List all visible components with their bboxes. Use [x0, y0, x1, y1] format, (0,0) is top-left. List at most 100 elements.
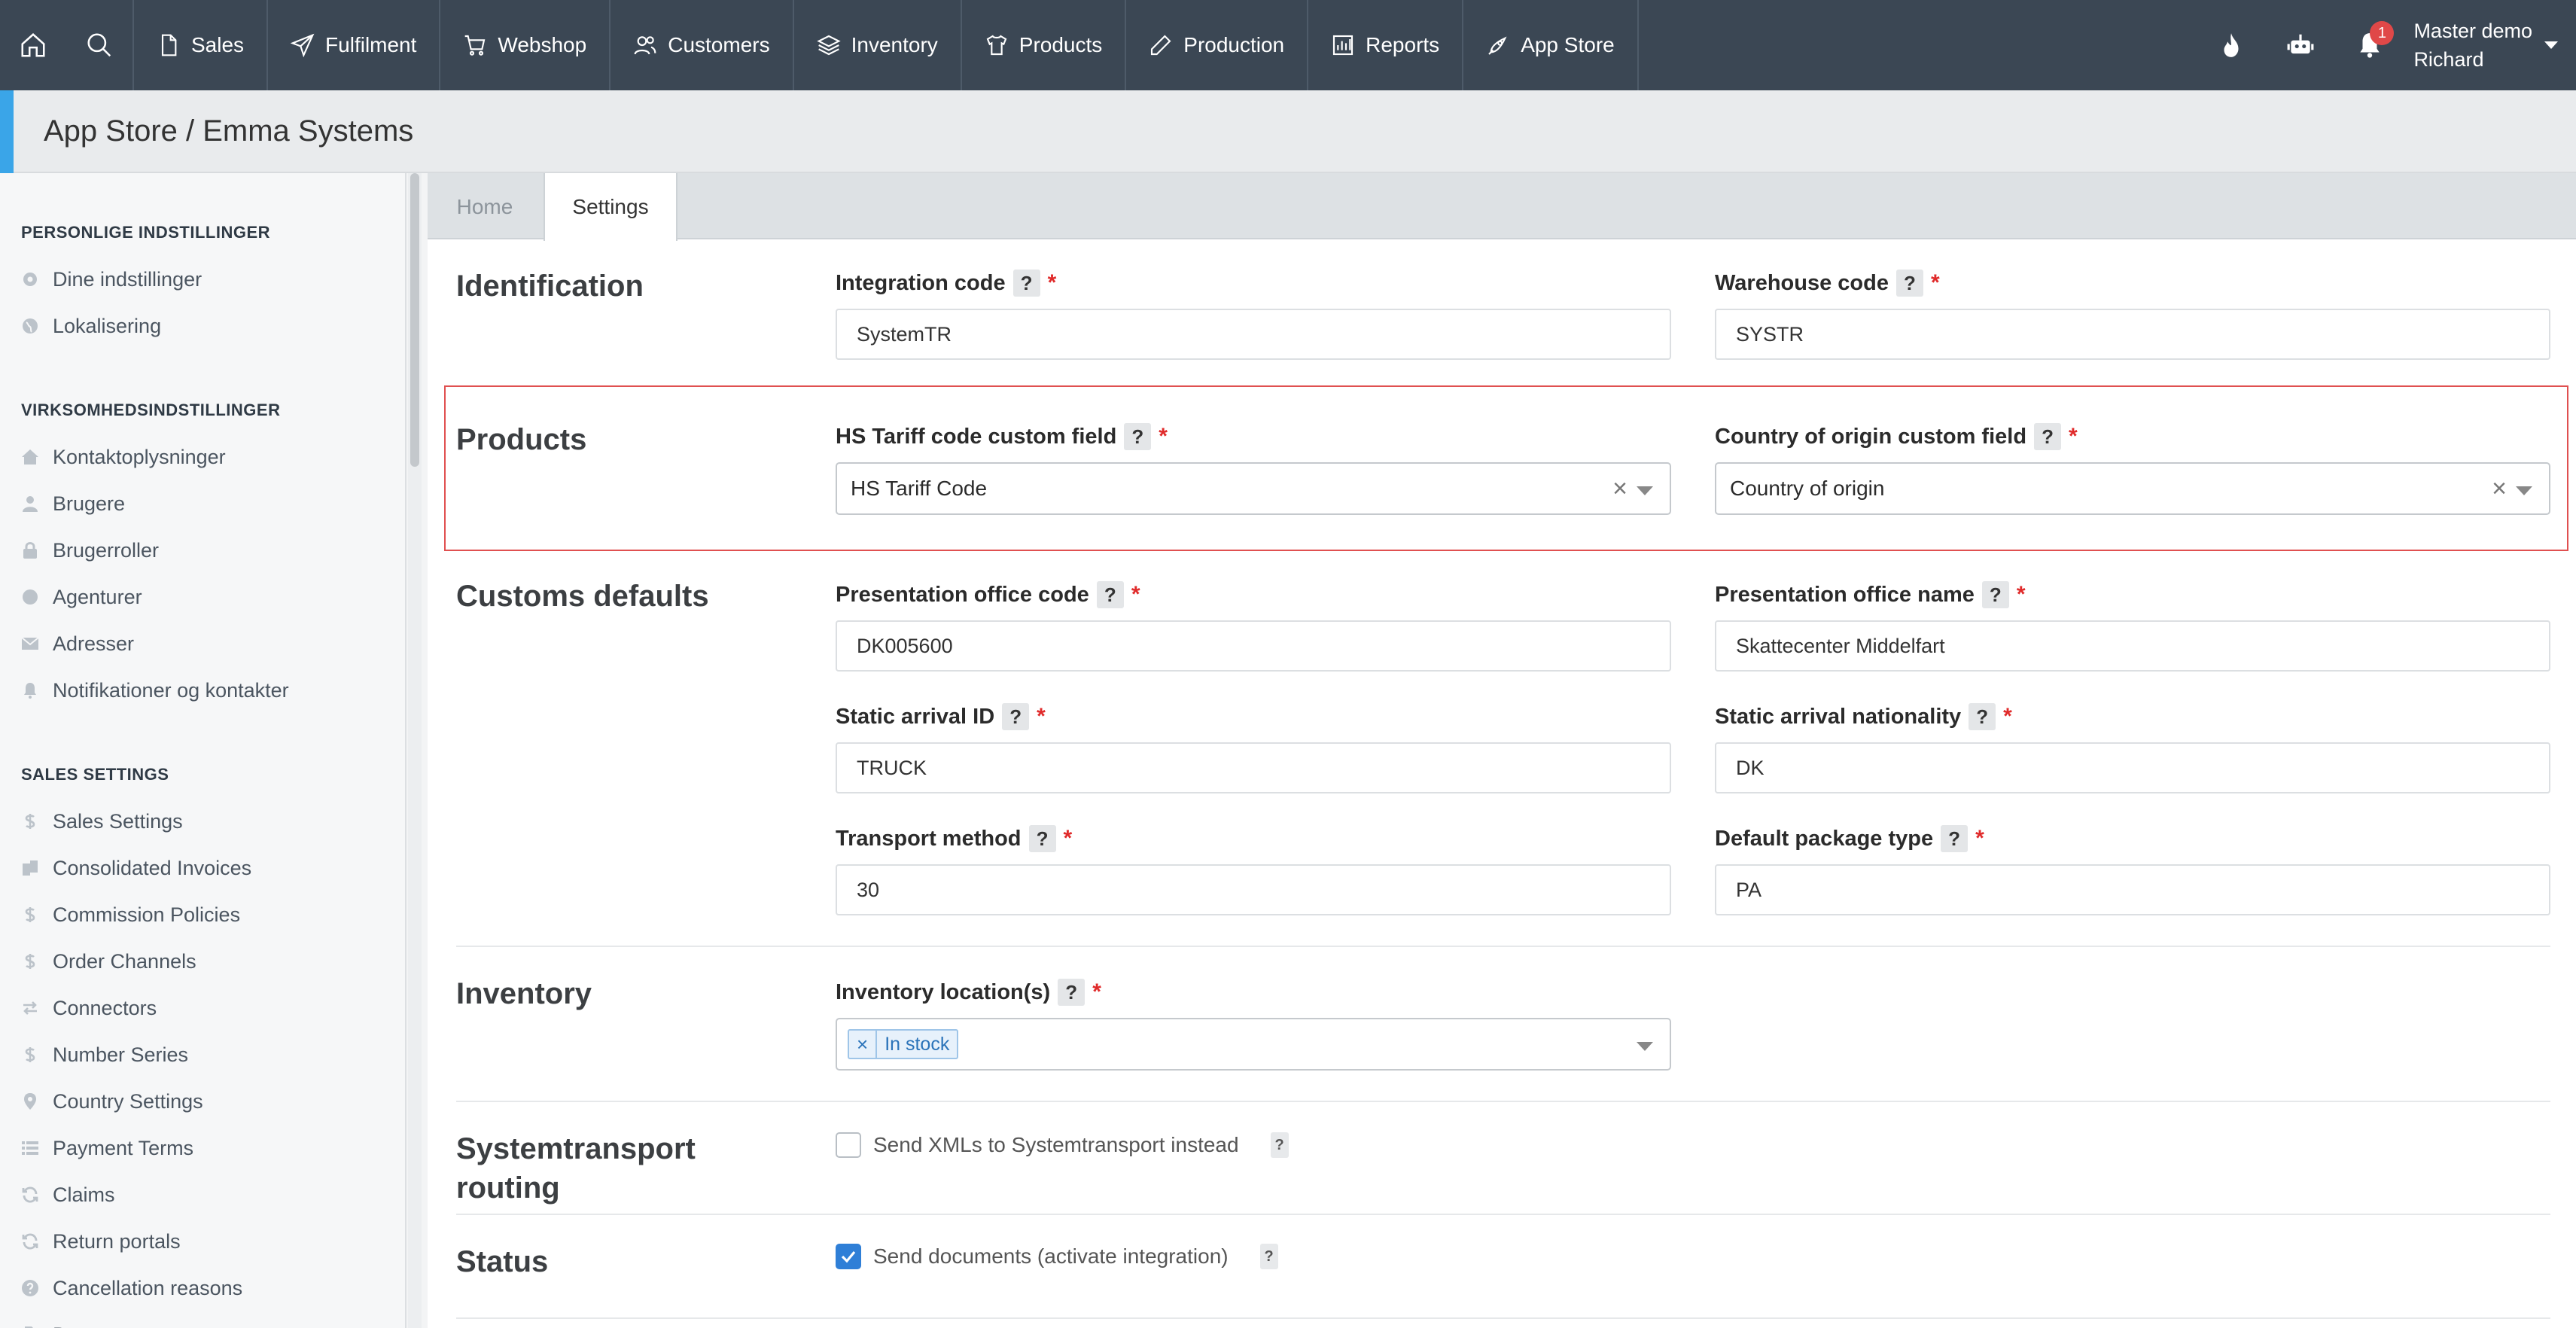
tab-settings[interactable]: Settings — [544, 173, 677, 241]
sidebar-item[interactable]: Payment Terms — [21, 1125, 384, 1171]
nav-webshop[interactable]: Webshop — [439, 0, 609, 90]
country-origin-select[interactable]: Country of origin × — [1715, 462, 2550, 515]
warehouse-code-input[interactable]: SYSTR — [1715, 309, 2550, 360]
help-icon[interactable]: ? — [1028, 825, 1056, 852]
shirt-icon — [986, 35, 1007, 56]
hs-tariff-select[interactable]: HS Tariff Code × — [836, 462, 1671, 515]
help-icon[interactable]: ? — [1981, 581, 2009, 608]
home-button[interactable] — [0, 0, 66, 90]
help-icon[interactable]: ? — [1895, 270, 1923, 297]
sidebar-item[interactable]: Notifikationer og kontakter — [21, 667, 384, 714]
send-xml-option[interactable]: Send XMLs to Systemtransport instead ? — [836, 1132, 1289, 1158]
sidebar-item[interactable]: Country Settings — [21, 1078, 384, 1125]
presentation-office-code-label: Presentation office code ? * — [836, 581, 1140, 608]
sidebar-section-title: SALES SETTINGS — [21, 765, 169, 784]
send-documents-label: Send documents (activate integration) — [873, 1244, 1229, 1268]
sidebar-item[interactable]: Order Channels — [21, 938, 384, 985]
help-icon[interactable]: ? — [1270, 1132, 1289, 1158]
hs-tariff-label-text: HS Tariff code custom field — [836, 424, 1117, 449]
robot-button[interactable] — [2266, 0, 2335, 90]
integration-code-input[interactable]: SystemTR — [836, 309, 1671, 360]
presentation-office-name-input[interactable]: Skattecenter Middelfart — [1715, 620, 2550, 672]
send-xml-label: Send XMLs to Systemtransport instead — [873, 1133, 1239, 1156]
warehouse-code-label-text: Warehouse code — [1715, 270, 1889, 295]
chevron-down-icon[interactable] — [1637, 486, 1653, 495]
rocket-icon — [1488, 36, 1507, 55]
sidebar-item[interactable]: Number Series — [21, 1031, 384, 1078]
static-arrival-nationality-label-text: Static arrival nationality — [1715, 704, 1962, 729]
help-icon[interactable]: ? — [1012, 270, 1040, 297]
sidebar-item[interactable]: Commission Policies — [21, 891, 384, 938]
send-xml-checkbox[interactable] — [836, 1132, 861, 1158]
help-icon[interactable]: ? — [1941, 825, 1969, 852]
help-icon[interactable]: ? — [1259, 1244, 1278, 1269]
nav-fulfilment[interactable]: Fulfilment — [266, 0, 439, 90]
sidebar-item-label: Brugerroller — [53, 538, 160, 562]
sidebar-item[interactable]: Cancellation reasons — [21, 1265, 384, 1311]
arrows-icon — [21, 999, 39, 1017]
clear-icon[interactable]: × — [1612, 474, 1628, 504]
nav-inventory[interactable]: Inventory — [792, 0, 961, 90]
sidebar-item[interactable]: Sales Settings — [21, 798, 384, 845]
nav-production[interactable]: Production — [1125, 0, 1307, 90]
routing-title-line1: Systemtransport — [456, 1132, 696, 1165]
chevron-down-icon[interactable] — [1637, 1042, 1653, 1051]
transport-method-label: Transport method ? * — [836, 825, 1072, 852]
section-divider — [456, 1214, 2550, 1215]
default-package-type-input[interactable]: PA — [1715, 864, 2550, 915]
user-company: Master demo — [2413, 20, 2532, 42]
document-icon — [161, 34, 177, 56]
sidebar-item-label: Order Channels — [53, 949, 196, 973]
sidebar-item[interactable]: Brugere — [21, 480, 384, 527]
flame-button[interactable] — [2197, 0, 2266, 90]
nav-app-store[interactable]: App Store — [1462, 0, 1639, 90]
sidebar-item-label: Cancellation reasons — [53, 1276, 243, 1299]
sidebar-item[interactable]: Dine indstillinger — [21, 256, 384, 303]
help-icon[interactable]: ? — [1124, 423, 1152, 450]
send-documents-option[interactable]: Send documents (activate integration) ? — [836, 1244, 1278, 1269]
chevron-down-icon[interactable] — [2516, 486, 2532, 495]
sidebar-item[interactable]: Brugerroller — [21, 527, 384, 574]
inventory-location-tag-label: In stock — [885, 1033, 950, 1055]
sidebar-item[interactable]: Lokalisering — [21, 303, 384, 349]
sidebar-scrollbar[interactable] — [408, 173, 422, 1328]
required-marker: * — [2016, 582, 2026, 607]
user-menu[interactable]: Master demo Richard — [2404, 17, 2576, 74]
remove-tag-icon[interactable]: × — [849, 1031, 878, 1058]
sidebar-item[interactable]: Agenturer — [21, 574, 384, 620]
required-marker: * — [1063, 826, 1073, 851]
nav-reports[interactable]: Reports — [1307, 0, 1462, 90]
sidebar-item[interactable]: Connectors — [21, 985, 384, 1031]
scrollbar-thumb[interactable] — [410, 173, 419, 467]
sidebar-item[interactable]: Kontaktoplysninger — [21, 434, 384, 480]
inventory-locations-select[interactable]: × In stock — [836, 1018, 1671, 1071]
help-icon[interactable]: ? — [1096, 581, 1124, 608]
help-icon[interactable]: ? — [1002, 703, 1030, 730]
static-arrival-nationality-input[interactable]: DK — [1715, 742, 2550, 793]
sidebar-item[interactable]: Return portals — [21, 1218, 384, 1265]
sidebar-item[interactable]: Documents — [21, 1311, 384, 1328]
tab-home[interactable]: Home — [428, 173, 542, 241]
presentation-office-code-input[interactable]: DK005600 — [836, 620, 1671, 672]
static-arrival-id-input[interactable]: TRUCK — [836, 742, 1671, 793]
search-button[interactable] — [66, 0, 132, 90]
country-origin-selected-value: Country of origin — [1730, 477, 1885, 500]
home-icon — [21, 33, 45, 57]
sidebar-item[interactable]: Adresser — [21, 620, 384, 667]
sidebar-item-label: Consolidated Invoices — [53, 856, 252, 879]
sidebar-item[interactable]: Claims — [21, 1171, 384, 1218]
sidebar-item[interactable]: Consolidated Invoices — [21, 845, 384, 891]
nav-products[interactable]: Products — [960, 0, 1125, 90]
help-icon[interactable]: ? — [1058, 979, 1086, 1006]
help-icon[interactable]: ? — [1969, 703, 1996, 730]
nav-sales[interactable]: Sales — [132, 0, 266, 90]
sidebar-item-label: Notifikationer og kontakter — [53, 678, 289, 702]
sidebar-section: VIRKSOMHEDSINDSTILLINGER Kontaktoplysning… — [0, 378, 405, 714]
clear-icon[interactable]: × — [2492, 474, 2507, 504]
transport-method-input[interactable]: 30 — [836, 864, 1671, 915]
help-icon[interactable]: ? — [2034, 423, 2062, 450]
transport-method-label-text: Transport method — [836, 826, 1022, 851]
nav-customers[interactable]: Customers — [609, 0, 792, 90]
send-documents-checkbox[interactable] — [836, 1244, 861, 1269]
notifications-button[interactable]: 1 — [2335, 0, 2404, 90]
